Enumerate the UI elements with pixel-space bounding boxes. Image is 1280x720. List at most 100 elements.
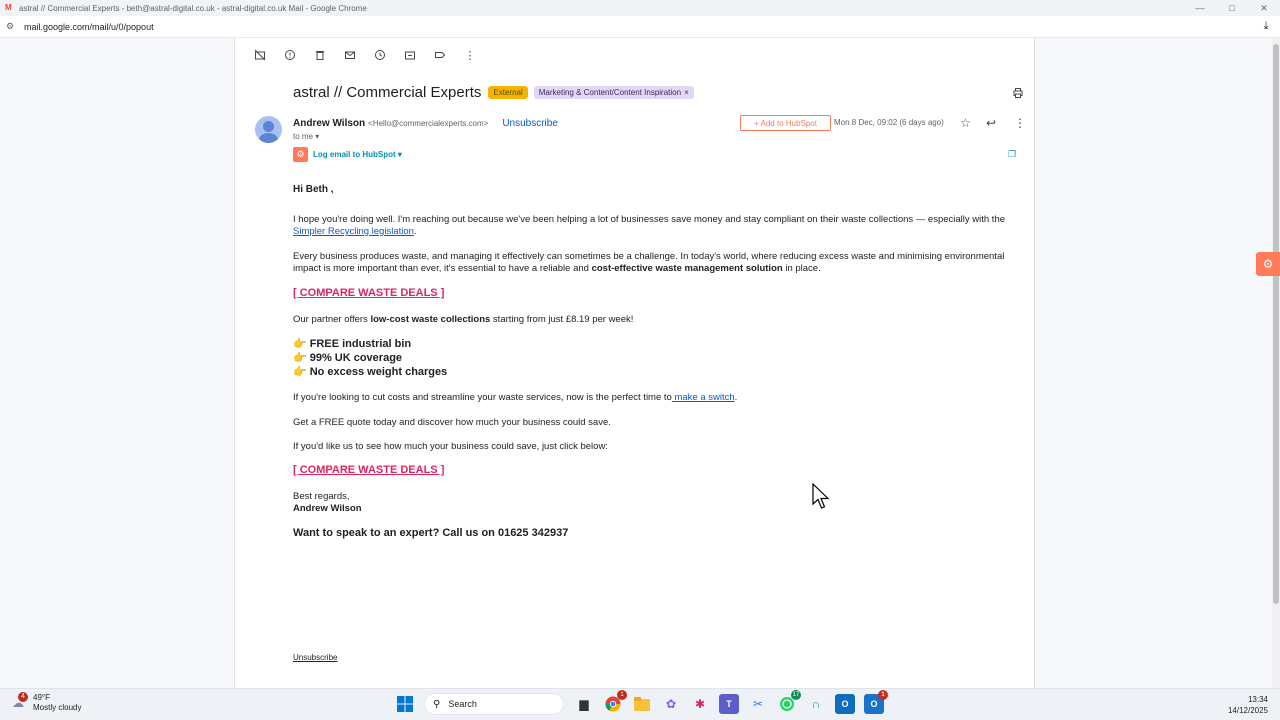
whatsapp-badge: 17 xyxy=(791,690,801,700)
window-titlebar: M astral // Commercial Experts - beth@as… xyxy=(0,0,1280,16)
task-view-icon[interactable]: ▆ xyxy=(574,694,594,714)
paragraph-6: If you'd like us to see how much your bu… xyxy=(293,441,608,452)
sender-line: Andrew Wilson <Hello@commercialexperts.c… xyxy=(293,118,558,129)
paragraph-3-bold: low-cost waste collections xyxy=(370,314,491,325)
move-to-icon[interactable] xyxy=(395,45,425,65)
paragraph-3-text: Our partner offers xyxy=(293,314,371,325)
recipient-details[interactable]: to me ▾ xyxy=(293,132,319,141)
subject-line: astral // Commercial Experts External Ma… xyxy=(293,84,694,101)
make-a-switch-link[interactable]: make a switch xyxy=(672,392,734,403)
label-icon[interactable] xyxy=(425,45,455,65)
pointing-hand-icon: 👉 xyxy=(293,338,307,350)
outlook-new-icon[interactable]: O 1 xyxy=(864,690,888,714)
chrome-icon[interactable]: 1 xyxy=(603,690,627,714)
pointing-hand-icon: 👉 xyxy=(293,352,307,364)
paragraph-5: Get a FREE quote today and discover how … xyxy=(293,417,611,428)
url-field[interactable]: mail.google.com/mail/u/0/popout xyxy=(24,22,1256,32)
log-email-to-hubspot[interactable]: Log email to HubSpot ▾ xyxy=(313,150,402,159)
list-item: 👉 FREE industrial bin xyxy=(293,337,411,350)
signature-name: Andrew Wilson xyxy=(293,503,362,514)
hubspot-sidebar-tab[interactable]: ⚙ xyxy=(1256,252,1280,276)
avatar[interactable] xyxy=(255,116,282,143)
more-icon[interactable]: ⋮ xyxy=(455,45,485,65)
weather-badge: 4 xyxy=(18,692,28,702)
label-chip-text: Marketing & Content/Content Inspiration xyxy=(538,88,682,97)
paragraph-2-end: in place. xyxy=(782,263,821,274)
sender-address: <Hello@commercialexperts.com> xyxy=(368,119,489,128)
minimize-button[interactable]: — xyxy=(1184,0,1216,16)
more-options-icon[interactable]: ⋮ xyxy=(1014,116,1026,130)
email-toolbar: ⋮ xyxy=(235,38,1034,72)
pointing-hand-icon: 👉 xyxy=(293,366,307,378)
report-spam-icon[interactable] xyxy=(275,45,305,65)
arc-icon[interactable]: ∩ xyxy=(806,694,826,714)
scrollbar-thumb[interactable] xyxy=(1273,44,1279,604)
snipping-tool-icon[interactable]: ✂ xyxy=(748,694,768,714)
bullet-text: No excess weight charges xyxy=(309,366,448,378)
paragraph-1: I hope you're doing well. I'm reaching o… xyxy=(293,214,1005,238)
whatsapp-icon[interactable]: 17 xyxy=(777,690,801,714)
footer-unsubscribe-link[interactable]: Unsubscribe xyxy=(293,653,337,662)
star-icon[interactable]: ☆ xyxy=(960,116,971,130)
weather-temp: 49°F xyxy=(33,693,50,702)
compare-waste-deals-link-1[interactable]: [ COMPARE WASTE DEALS ] xyxy=(293,287,444,299)
email-pane: ⋮ astral // Commercial Experts External … xyxy=(234,38,1035,688)
print-icon[interactable] xyxy=(1012,87,1024,102)
email-date: Mon 8 Dec, 09:02 (6 days ago) xyxy=(834,118,944,127)
paragraph-4-text: If you're looking to cut costs and strea… xyxy=(293,392,672,403)
snooze-icon[interactable] xyxy=(365,45,395,65)
outlook-badge: 1 xyxy=(878,690,888,700)
outlook-icon[interactable]: O xyxy=(835,694,855,714)
compare-waste-deals-link-2[interactable]: [ COMPARE WASTE DEALS ] xyxy=(293,464,444,476)
cloud-icon: ☁ 4 xyxy=(12,692,30,710)
simpler-recycling-link[interactable]: Simpler Recycling legislation xyxy=(293,226,414,237)
delete-icon[interactable] xyxy=(305,45,335,65)
search-icon: ⚲ xyxy=(433,698,441,710)
windows-start-icon[interactable] xyxy=(395,694,415,714)
taskbar-apps: ⚲ Search ▆ 1 ✿ ✱ T ✂ 17 ∩ O O 1 xyxy=(395,690,893,715)
label-chip[interactable]: Marketing & Content/Content Inspiration × xyxy=(533,86,694,99)
paragraph-4-end: . xyxy=(734,392,738,403)
site-info-icon[interactable]: ⚙ xyxy=(6,21,20,32)
window-title: astral // Commercial Experts - beth@astr… xyxy=(19,3,367,13)
download-icon[interactable]: ⤓ xyxy=(1256,20,1276,33)
mouse-cursor-icon xyxy=(812,483,830,509)
reply-icon[interactable]: ↩ xyxy=(986,116,996,130)
call-to-action-phone: Want to speak to an expert? Call us on 0… xyxy=(293,527,569,539)
mark-unread-icon[interactable] xyxy=(335,45,365,65)
paragraph-4: If you're looking to cut costs and strea… xyxy=(293,392,1005,404)
external-badge: External xyxy=(488,86,528,99)
unsubscribe-link[interactable]: Unsubscribe xyxy=(502,118,558,129)
scrollbar[interactable] xyxy=(1272,38,1280,688)
archive-icon[interactable] xyxy=(245,45,275,65)
log-email-label: Log email to HubSpot xyxy=(313,150,396,159)
remove-label-icon[interactable]: × xyxy=(684,88,689,97)
bullet-text: 99% UK coverage xyxy=(309,352,403,364)
close-button[interactable]: ✕ xyxy=(1248,0,1280,16)
to-me-label: to me xyxy=(293,132,314,141)
greeting: Hi Beth , xyxy=(293,184,334,195)
bullet-text: FREE industrial bin xyxy=(309,338,412,350)
chevron-down-icon[interactable]: ▾ xyxy=(315,132,319,141)
weather-desc: Mostly cloudy xyxy=(33,703,82,712)
sign-off: Best regards, xyxy=(293,491,350,502)
paragraph-1-text: I hope you're doing well. I'm reaching o… xyxy=(293,214,1006,225)
taskbar-search[interactable]: ⚲ Search xyxy=(424,693,564,715)
maximize-button[interactable]: □ xyxy=(1216,0,1248,16)
copy-icon[interactable]: ❐ xyxy=(1008,149,1016,160)
file-explorer-icon[interactable] xyxy=(632,694,652,714)
paragraph-3-end: starting from just £8.19 per week! xyxy=(490,314,634,325)
sender-name[interactable]: Andrew Wilson xyxy=(293,118,365,129)
copilot-icon[interactable]: ✿ xyxy=(661,694,681,714)
clock-date: 14/12/2025 xyxy=(1227,706,1268,715)
address-bar: ⚙ mail.google.com/mail/u/0/popout ⤓ xyxy=(0,16,1280,38)
email-subject: astral // Commercial Experts xyxy=(293,84,482,101)
slack-icon[interactable]: ✱ xyxy=(690,694,710,714)
chrome-badge: 1 xyxy=(617,690,627,700)
paragraph-1-end: . xyxy=(413,226,417,237)
teams-icon[interactable]: T xyxy=(719,694,739,714)
weather-widget[interactable]: ☁ 4 49°F Mostly cloudy xyxy=(12,692,82,713)
taskbar: ☁ 4 49°F Mostly cloudy ⚲ Search ▆ 1 ✿ ✱ T ✂… xyxy=(0,688,1280,720)
add-to-hubspot-button[interactable]: + Add to HubSpot xyxy=(740,115,831,131)
system-clock[interactable]: 13:34 14/12/2025 xyxy=(1228,694,1268,716)
